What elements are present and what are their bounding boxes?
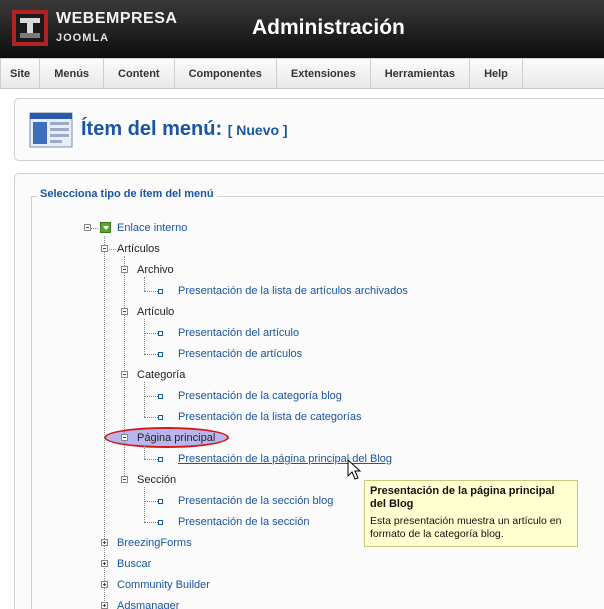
webempresa-logo-icon <box>12 10 48 46</box>
bullet-icon <box>158 457 163 462</box>
tree-line <box>144 319 145 354</box>
tree-line <box>124 256 125 480</box>
tree-node-adsmanager[interactable]: Adsmanager <box>117 600 179 609</box>
tree-node-seccion[interactable]: Sección <box>137 474 176 487</box>
tree-node-categoria[interactable]: Categoría <box>137 369 185 382</box>
expand-arrow-icon[interactable] <box>100 222 111 233</box>
tree-line <box>144 277 145 291</box>
tree-node-articulos[interactable]: Artículos <box>117 243 160 256</box>
hover-tooltip: Presentación de la página principal del … <box>364 480 578 547</box>
collapse-icon[interactable] <box>84 224 91 231</box>
collapse-icon[interactable] <box>101 245 108 252</box>
tree-node-archivo[interactable]: Archivo <box>137 264 174 277</box>
menu-content[interactable]: Content <box>104 59 175 88</box>
tree-node-buscar[interactable]: Buscar <box>117 558 151 571</box>
tree-line <box>104 236 105 609</box>
tooltip-body: Esta presentación muestra un artículo en… <box>370 515 562 540</box>
collapse-icon[interactable] <box>121 371 128 378</box>
page-title-text: Ítem del menú: <box>81 118 223 140</box>
tree-node-community-builder[interactable]: Community Builder <box>117 579 210 592</box>
expand-icon[interactable] <box>101 560 108 567</box>
tree-node-enlace-interno[interactable]: Enlace interno <box>117 222 187 235</box>
tree-line <box>144 417 158 418</box>
expand-icon[interactable] <box>101 602 108 609</box>
main-menubar: Site Menús Content Componentes Extension… <box>0 58 604 89</box>
tooltip-title: Presentación de la página principal del … <box>370 485 555 510</box>
tree-line <box>144 459 158 460</box>
tree-leaf-link[interactable]: Presentación de la lista de artículos ar… <box>178 285 408 298</box>
fieldset-legend: Selecciona tipo de ítem del menú <box>37 188 217 200</box>
menu-help[interactable]: Help <box>470 59 523 88</box>
app-header: WEBEMPRESA JOOMLA Administración <box>0 0 604 58</box>
tree-leaf-link[interactable]: Presentación de la sección blog <box>178 495 333 508</box>
menu-item-icon <box>29 112 73 148</box>
bullet-icon <box>158 394 163 399</box>
menu-site[interactable]: Site <box>0 59 41 88</box>
tree-line <box>144 445 145 459</box>
bullet-icon <box>158 352 163 357</box>
tree-leaf-link[interactable]: Presentación de la categoría blog <box>178 390 342 403</box>
page-title: Ítem del menú: [ Nuevo ] <box>81 118 288 141</box>
tree-line <box>144 291 158 292</box>
tree-line <box>144 501 158 502</box>
tree-node-breezingforms[interactable]: BreezingForms <box>117 537 192 550</box>
brand-name: WEBEMPRESA <box>56 10 178 27</box>
collapse-icon[interactable] <box>121 476 128 483</box>
page-subtitle: [ Nuevo ] <box>227 122 288 138</box>
title-panel: Ítem del menú: [ Nuevo ] <box>14 98 604 161</box>
expand-icon[interactable] <box>101 581 108 588</box>
tree-line <box>144 522 158 523</box>
tree-line <box>144 354 158 355</box>
tree-node-pagina-principal[interactable]: Página principal <box>137 432 215 445</box>
bullet-icon <box>158 415 163 420</box>
menu-componentes[interactable]: Componentes <box>175 59 277 88</box>
tree-line <box>144 333 158 334</box>
menu-herramientas[interactable]: Herramientas <box>371 59 471 88</box>
bullet-icon <box>158 520 163 525</box>
bullet-icon <box>158 289 163 294</box>
tree-leaf-link[interactable]: Presentación del artículo <box>178 327 299 340</box>
tree-line <box>144 382 145 417</box>
bullet-icon <box>158 331 163 336</box>
tree-line <box>144 396 158 397</box>
tree-leaf-link[interactable]: Presentación de la lista de categorías <box>178 411 361 424</box>
menu-extensiones[interactable]: Extensiones <box>277 59 371 88</box>
menu-menus[interactable]: Menús <box>40 59 105 88</box>
collapse-icon[interactable] <box>121 266 128 273</box>
brand-subtitle: JOOMLA <box>56 32 110 44</box>
collapse-icon[interactable] <box>121 434 128 441</box>
mouse-pointer-icon <box>347 459 362 480</box>
tree-node-articulo[interactable]: Artículo <box>137 306 174 319</box>
tree-leaf-link[interactable]: Presentación de la sección <box>178 516 309 529</box>
tree-line <box>144 487 145 522</box>
bullet-icon <box>158 499 163 504</box>
expand-icon[interactable] <box>101 539 108 546</box>
collapse-icon[interactable] <box>121 308 128 315</box>
admin-title: Administración <box>252 16 405 39</box>
tree-leaf-link[interactable]: Presentación de artículos <box>178 348 302 361</box>
